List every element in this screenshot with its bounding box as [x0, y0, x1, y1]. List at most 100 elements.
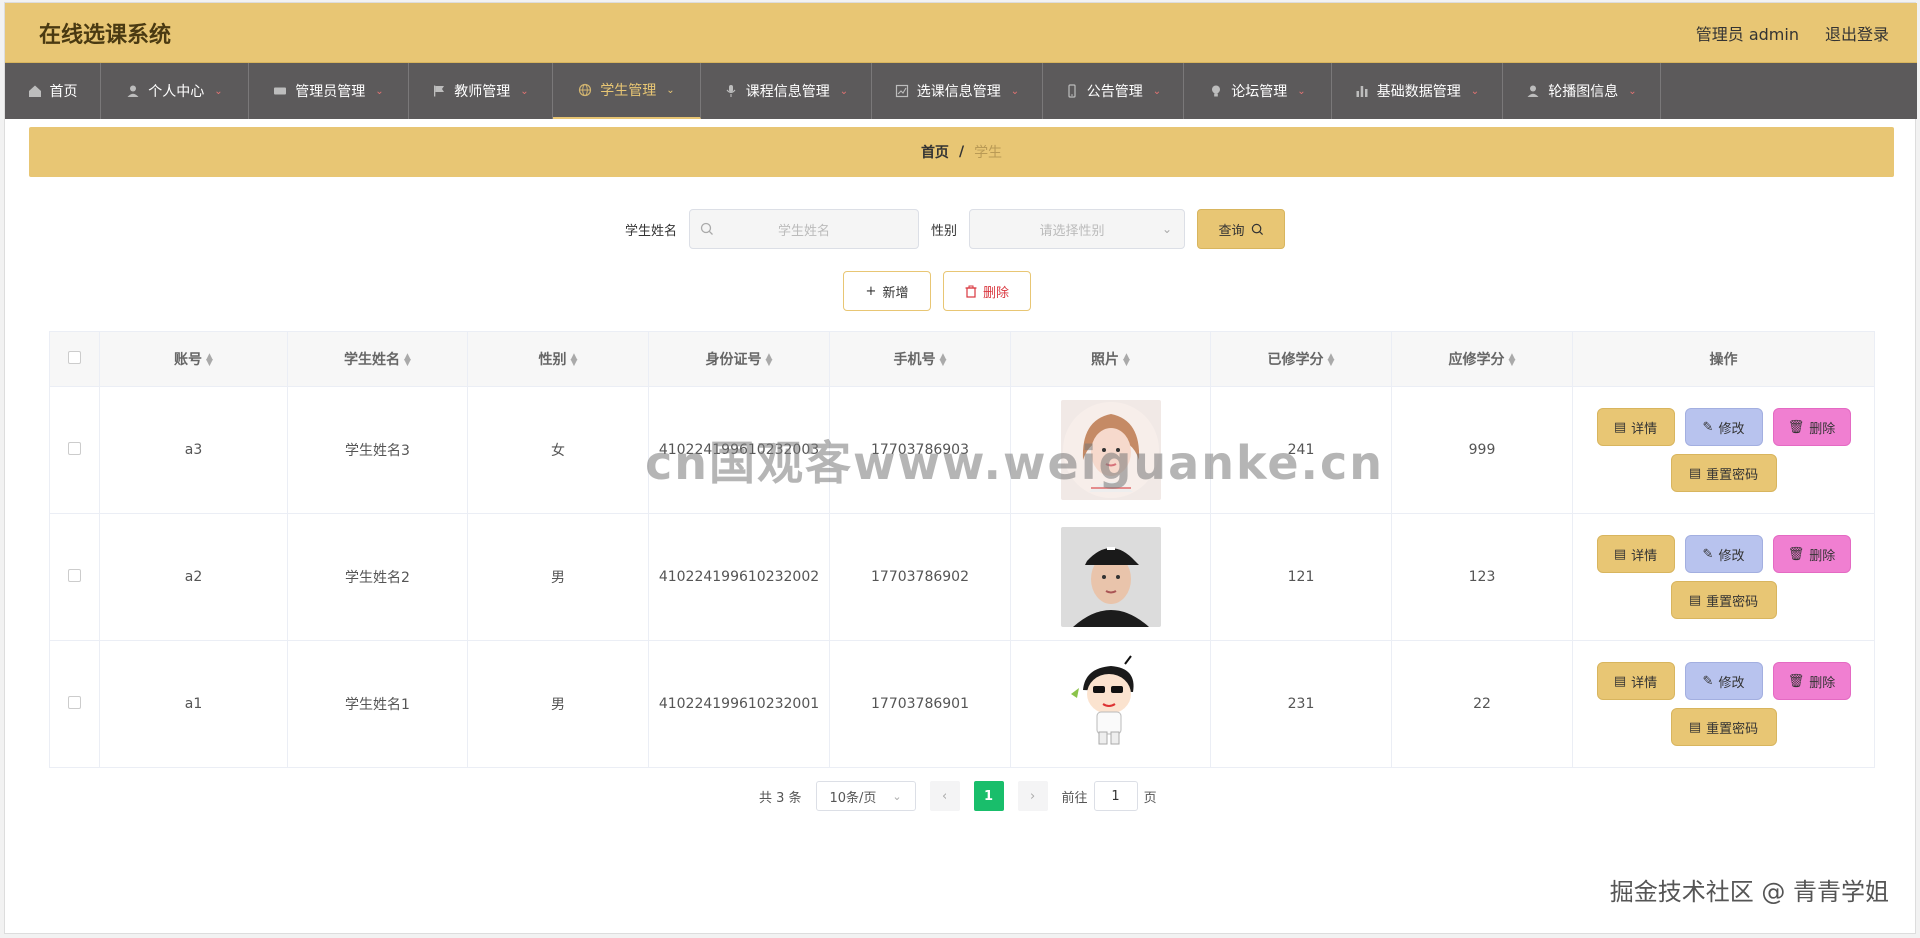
girl-avatar[interactable] — [1060, 400, 1161, 500]
chart-icon — [895, 84, 908, 98]
nav-label: 公告管理 — [1086, 84, 1143, 100]
document-icon: ▤ — [1613, 546, 1627, 562]
logout-link[interactable]: 退出登录 — [1825, 21, 1889, 45]
col-operations: 操作 — [1572, 331, 1875, 387]
next-page-button[interactable]: › — [1017, 781, 1048, 811]
cell-idcard: 410224199610232001 — [648, 640, 830, 768]
add-label: 新增 — [882, 285, 909, 301]
breadcrumb-home[interactable]: 首页 — [921, 142, 949, 162]
nav-item-9[interactable]: 基础数据管理 ⌄ — [1332, 63, 1503, 119]
select-all-checkbox[interactable] — [68, 350, 81, 364]
table-row: a1 学生姓名1 男 410224199610232001 17703786901 231… — [49, 640, 1875, 768]
sort-icon[interactable]: ▲ ▼ — [766, 353, 773, 368]
user-icon — [127, 85, 139, 97]
col-account[interactable]: 账号 ▲ ▼ — [99, 331, 288, 387]
delete-button[interactable]: 🗑 删除 — [1772, 535, 1851, 573]
pencil-icon: ✎ — [1702, 419, 1714, 435]
chevron-down-icon: ⌄ — [1628, 85, 1637, 97]
boy-avatar[interactable] — [1060, 527, 1161, 627]
trash-icon — [965, 285, 977, 298]
trash-icon: 🗑 — [1787, 419, 1805, 435]
cell-earned-credits: 241 — [1210, 386, 1392, 514]
cell-name: 学生姓名3 — [287, 386, 468, 514]
nav-label: 轮播图信息 — [1548, 84, 1619, 100]
batch-delete-button[interactable]: 删除 — [943, 271, 1031, 311]
breadcrumb-separator: / — [958, 144, 965, 160]
nav-item-2[interactable]: 管理员管理 ⌄ — [249, 63, 409, 119]
goto-page-input[interactable]: 1 — [1093, 781, 1138, 811]
prev-page-button[interactable]: ‹ — [929, 781, 960, 811]
nav-item-5[interactable]: 课程信息管理 ⌄ — [701, 63, 872, 119]
plus-icon: + — [865, 283, 877, 299]
pagination: 共 3 条 10条/页 ⌄ ‹ 1 › 前往 1 页 — [759, 781, 1157, 811]
edit-button[interactable]: ✎ 修改 — [1684, 408, 1763, 446]
nav-item-10[interactable]: 轮播图信息 ⌄ — [1503, 63, 1661, 119]
gender-select[interactable]: 请选择性别 ⌄ — [969, 209, 1186, 249]
name-placeholder: 学生姓名 — [778, 223, 831, 239]
nav-label: 选课信息管理 — [916, 84, 1001, 100]
sort-icon[interactable]: ▲ ▼ — [1123, 353, 1130, 368]
cartoon-avatar[interactable] — [1060, 654, 1161, 754]
delete-button[interactable]: 🗑 删除 — [1772, 408, 1851, 446]
name-search-input[interactable]: 学生姓名 — [689, 209, 920, 249]
col-earned-credits[interactable]: 已修学分 ▲ ▼ — [1210, 331, 1392, 387]
chevron-down-icon: ⌄ — [1470, 85, 1480, 97]
phone-icon — [1068, 84, 1076, 98]
reset-password-button[interactable]: ▤ 重置密码 — [1670, 454, 1777, 492]
cell-gender: 男 — [467, 640, 649, 768]
col-name[interactable]: 学生姓名 ▲ ▼ — [287, 331, 468, 387]
col-phone[interactable]: 手机号 ▲ ▼ — [829, 331, 1011, 387]
delete-button[interactable]: 🗑 删除 — [1772, 662, 1851, 700]
sort-icon[interactable]: ▲ ▼ — [571, 353, 578, 368]
sort-icon[interactable]: ▲ ▼ — [404, 353, 411, 368]
reset-password-button[interactable]: ▤ 重置密码 — [1670, 581, 1777, 619]
sort-icon[interactable]: ▲ ▼ — [1509, 353, 1516, 368]
chevron-down-icon: ⌄ — [520, 85, 529, 97]
detail-button[interactable]: ▤ 详情 — [1596, 535, 1675, 573]
cell-idcard: 410224199610232003 — [648, 386, 830, 514]
cell-operations: ▤ 详情 ✎ 修改 🗑 删除 ▤ 重置密码 — [1572, 386, 1875, 514]
detail-button[interactable]: ▤ 详情 — [1596, 662, 1675, 700]
nav-item-6[interactable]: 选课信息管理 ⌄ — [872, 63, 1043, 119]
col-idcard[interactable]: 身份证号 ▲ ▼ — [648, 331, 830, 387]
cell-operations: ▤ 详情 ✎ 修改 🗑 删除 ▤ 重置密码 — [1572, 640, 1875, 768]
chevron-down-icon: ⌄ — [214, 85, 223, 97]
nav-label: 课程信息管理 — [745, 84, 830, 100]
query-button[interactable]: 查询 — [1197, 209, 1286, 249]
sort-icon[interactable]: ▲ ▼ — [206, 353, 213, 368]
cell-operations: ▤ 详情 ✎ 修改 🗑 删除 ▤ 重置密码 — [1572, 513, 1875, 641]
trash-icon: 🗑 — [1787, 673, 1805, 689]
sort-icon[interactable]: ▲ ▼ — [940, 353, 947, 368]
page-size-select[interactable]: 10条/页 ⌄ — [815, 781, 916, 811]
col-required-credits[interactable]: 应修学分 ▲ ▼ — [1391, 331, 1573, 387]
nav-item-8[interactable]: 论坛管理 ⌄ — [1184, 63, 1332, 119]
nav-item-3[interactable]: 教师管理 ⌄ — [409, 63, 553, 119]
main-nav: 首页 个人中心 ⌄ 管理员管理 ⌄ 教师管理 ⌄ 学生管理 ⌄ 课程信息管理 ⌄ 选课信息管理 ⌄ 公告管… — [5, 63, 1917, 119]
nav-item-0[interactable]: 首页 — [5, 63, 101, 119]
page-number-current[interactable]: 1 — [973, 781, 1004, 811]
row-checkbox[interactable] — [68, 695, 81, 709]
col-gender[interactable]: 性别 ▲ ▼ — [467, 331, 649, 387]
detail-button[interactable]: ▤ 详情 — [1596, 408, 1675, 446]
cell-required-credits: 999 — [1391, 386, 1573, 514]
nav-item-1[interactable]: 个人中心 ⌄ — [101, 63, 249, 119]
sort-icon[interactable]: ▲ ▼ — [1328, 353, 1335, 368]
goto-suffix: 页 — [1143, 790, 1157, 806]
cell-account: a1 — [99, 640, 288, 768]
nav-item-7[interactable]: 公告管理 ⌄ — [1043, 63, 1184, 119]
add-button[interactable]: + 新增 — [843, 271, 931, 311]
edit-button[interactable]: ✎ 修改 — [1684, 535, 1763, 573]
nav-item-4[interactable]: 学生管理 ⌄ — [553, 63, 701, 119]
edit-button[interactable]: ✎ 修改 — [1684, 662, 1763, 700]
row-checkbox[interactable] — [68, 568, 81, 582]
table-header-row: 账号 ▲ ▼ 学生姓名 ▲ ▼ 性别 ▲ ▼ 身份证号 ▲ ▼ 手机号 ▲ ▼ 照片 ▲ ▼ 已修学分 ▲… — [49, 331, 1875, 387]
cell-earned-credits: 231 — [1210, 640, 1392, 768]
cell-name: 学生姓名2 — [287, 513, 468, 641]
reset-password-button[interactable]: ▤ 重置密码 — [1670, 708, 1777, 746]
cell-photo — [1010, 386, 1211, 514]
row-checkbox[interactable] — [68, 441, 81, 455]
document-icon: ▤ — [1688, 719, 1702, 735]
gender-placeholder: 请选择性别 — [1039, 223, 1105, 239]
col-photo[interactable]: 照片 ▲ ▼ — [1010, 331, 1211, 387]
mic-icon — [726, 85, 736, 97]
